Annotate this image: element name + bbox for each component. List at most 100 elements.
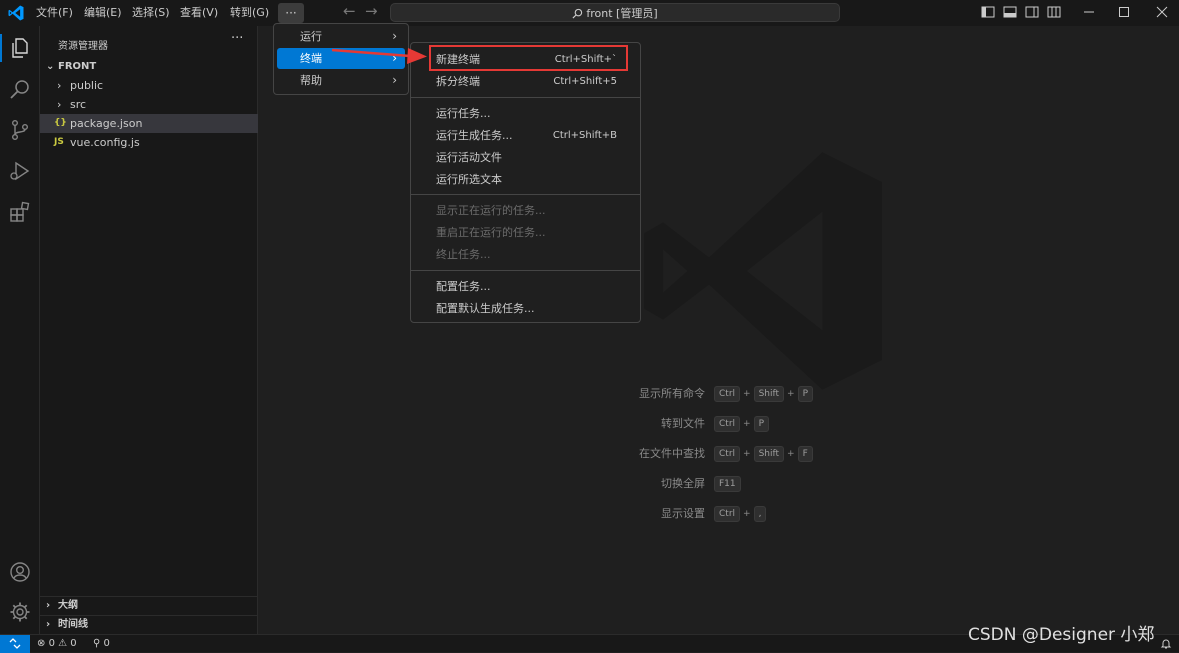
error-icon: ⊗ [37,638,46,649]
menu-item-label: 运行活动文件 [436,151,502,164]
menu-separator [411,194,640,195]
menu-item-shortcut: Ctrl+Shift+5 [553,76,617,87]
menu-item-label: 运行生成任务... [436,129,513,142]
toggle-panel-icon[interactable] [1002,4,1018,20]
back-arrow-icon[interactable]: ← [343,2,356,20]
problems-status[interactable]: ⊗ 0 ⚠ 0 [37,635,77,652]
more-menu-button[interactable]: ··· [278,3,304,23]
key-cap: P [753,416,769,432]
key-cap: , [753,506,767,522]
command-center[interactable]: front [管理员] [390,3,840,22]
vscode-watermark-icon [644,152,882,390]
chevron-right-icon: › [57,98,62,111]
activity-bar [0,26,40,634]
account-icon[interactable] [8,560,32,584]
key-cap: Ctrl [714,446,741,462]
menu-item-run-build-task[interactable]: 运行生成任务... Ctrl+Shift+B [415,125,637,146]
tree-item-label: vue.config.js [70,136,140,149]
ports-count: 0 [103,638,110,649]
toggle-secondary-sidebar-icon[interactable] [1024,4,1040,20]
minimize-icon[interactable] [1081,4,1097,20]
hint-go-to-file: 转到文件 Ctrl + P [258,414,1179,434]
menu-item-label: 运行 [300,30,322,43]
remote-button[interactable] [0,635,30,653]
toggle-primary-sidebar-icon[interactable] [980,4,996,20]
timeline-label: 时间线 [58,619,88,630]
key-cap: Shift [753,386,785,402]
hint-keys: Ctrl +, [714,506,767,522]
key-cap: Shift [753,446,785,462]
key-cap: F11 [714,476,741,492]
hint-label: 显示所有命令 [639,387,705,400]
hint-find-in-files: 在文件中查找 Ctrl + Shift + F [258,444,1179,464]
maximize-icon[interactable] [1116,4,1132,20]
json-file-icon: {} [54,118,67,128]
menu-item-label: 终止任务... [436,248,491,261]
terminal-submenu: 新建终端 Ctrl+Shift+` 拆分终端 Ctrl+Shift+5 运行任务… [410,42,641,323]
hint-show-settings: 显示设置 Ctrl +, [258,504,1179,524]
outline-section[interactable]: › 大纲 [40,596,258,615]
menu-item-configure-tasks[interactable]: 配置任务... [415,276,637,297]
menu-goto[interactable]: 转到(G) [230,0,269,26]
key-cap: F [797,446,813,462]
hint-keys: Ctrl + P [714,416,769,432]
command-center-label: front [管理员] [586,7,658,20]
forward-arrow-icon[interactable]: → [365,2,378,20]
sidebar-more-button[interactable]: ··· [231,31,243,46]
menu-item-label: 配置任务... [436,280,491,293]
menu-item-split-terminal[interactable]: 拆分终端 Ctrl+Shift+5 [415,71,637,92]
hint-toggle-fullscreen: 切换全屏 F11 [258,474,1179,494]
chevron-right-icon: › [57,79,62,92]
menu-item-label: 显示正在运行的任务... [436,204,546,217]
menu-item-help[interactable]: 帮助 › [277,70,405,91]
menu-view[interactable]: 查看(V) [180,0,218,26]
sidebar-title: 资源管理器 [58,41,108,52]
chevron-right-icon: › [46,600,51,611]
editor-area [258,26,1179,634]
js-file-icon: JS [54,137,64,147]
explorer-icon[interactable] [8,36,32,60]
broadcast-icon: ⚲ [93,638,101,649]
run-debug-icon[interactable] [8,159,32,183]
key-cap: P [797,386,814,402]
remote-icon [9,638,21,649]
tree-item-label: public [70,79,104,92]
error-count: 0 [48,638,55,649]
menu-item-label: 帮助 [300,74,322,87]
key-cap: Ctrl [714,416,741,432]
menu-file[interactable]: 文件(F) [36,0,73,26]
menu-edit[interactable]: 编辑(E) [84,0,122,26]
customize-layout-icon[interactable] [1046,4,1062,20]
tree-item-public[interactable]: › public [40,76,258,95]
menu-item-run-selected-text[interactable]: 运行所选文本 [415,169,637,190]
extensions-icon[interactable] [8,200,32,224]
menu-item-label: 重启正在运行的任务... [436,226,546,239]
menu-item-terminate-task: 终止任务... [415,244,637,265]
ports-status[interactable]: ⚲ 0 [93,635,110,652]
vscode-logo-icon [8,5,24,21]
notifications-bell-icon[interactable] [1160,638,1172,650]
menu-item-run-task[interactable]: 运行任务... [415,103,637,124]
hint-show-all-commands: 显示所有命令 Ctrl + Shift + P [258,384,1179,404]
folder-header[interactable]: ⌄ FRONT [40,58,258,76]
menu-item-show-running-tasks: 显示正在运行的任务... [415,200,637,221]
annotation-arrow-icon [331,48,427,64]
timeline-section[interactable]: › 时间线 [40,615,258,634]
tree-item-vue-config[interactable]: JS vue.config.js [40,133,258,152]
source-control-icon[interactable] [8,118,32,142]
tree-item-src[interactable]: › src [40,95,258,114]
gear-icon[interactable] [8,600,32,624]
annotation-highlight-box [429,45,628,71]
menu-separator [411,97,640,98]
close-icon[interactable] [1154,4,1170,20]
csdn-watermark: CSDN @Designer 小郑 [968,625,1155,645]
menu-item-label: 运行任务... [436,107,491,120]
warning-icon: ⚠ [58,638,68,649]
tree-item-package-json[interactable]: {} package.json [40,114,258,133]
search-sidebar-icon[interactable] [8,77,32,101]
menu-item-configure-default-build-task[interactable]: 配置默认生成任务... [415,298,637,319]
menu-item-run-active-file[interactable]: 运行活动文件 [415,147,637,168]
key-cap: Ctrl [714,386,741,402]
menu-item-label: 运行所选文本 [436,173,502,186]
menu-selection[interactable]: 选择(S) [132,0,170,26]
